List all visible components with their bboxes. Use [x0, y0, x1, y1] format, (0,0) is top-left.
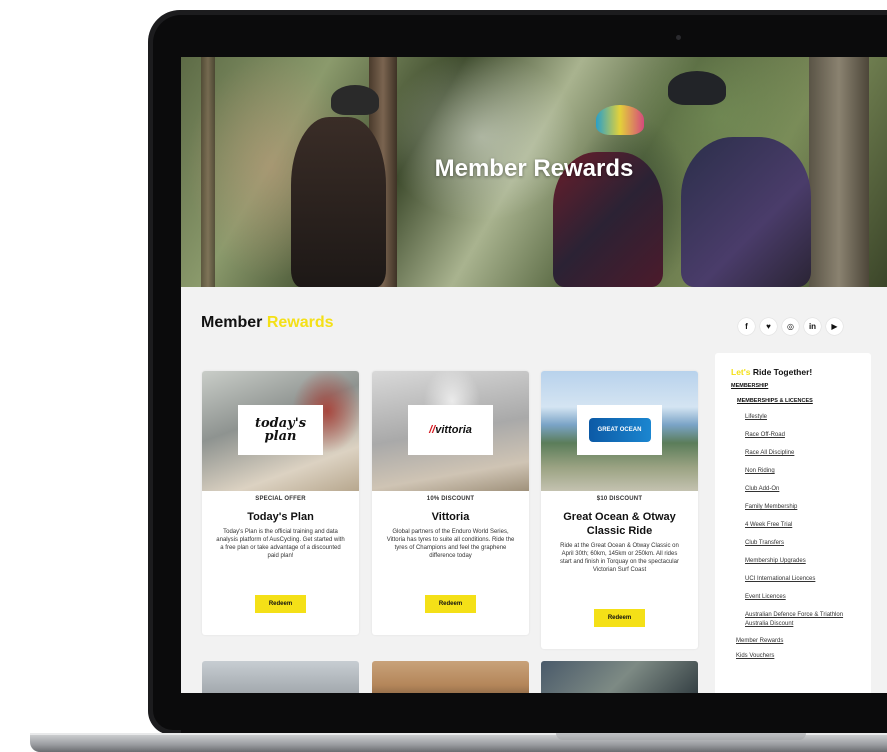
great-ocean-logo: GREAT OCEAN: [577, 405, 662, 455]
social-links: f ♥ ◎ in ▶: [738, 318, 843, 335]
sidebar-item-club-add-on[interactable]: Club Add-On: [745, 485, 861, 494]
reward-card: GREAT OCEAN $10 DISCOUNT Great Ocean & O…: [541, 371, 698, 649]
twitter-icon[interactable]: ♥: [760, 318, 777, 335]
page-title-main: Member: [201, 314, 263, 331]
rider-figure: [291, 117, 386, 287]
card-description: Today's Plan is the official training an…: [216, 529, 345, 559]
instagram-icon[interactable]: ◎: [782, 318, 799, 335]
sidebar-nav: Let's Ride Together! MEMBERSHIP MEMBERSH…: [715, 353, 871, 693]
page-title-accent: Rewards: [266, 314, 334, 331]
card-description: Global partners of the Enduro World Seri…: [386, 529, 515, 559]
todays-plan-logo: today's plan: [238, 405, 323, 455]
logo-text: GREAT OCEAN: [597, 427, 642, 433]
reward-card-image-partial: [372, 661, 529, 693]
card-badge: $10 DISCOUNT: [596, 496, 643, 502]
sidebar-item-non-riding[interactable]: Non Riding: [745, 467, 861, 476]
vittoria-logo: // vittoria: [408, 405, 493, 455]
logo-text: today's plan: [254, 416, 307, 444]
reward-card-image-partial: [541, 661, 698, 693]
helmet-figure: [668, 71, 726, 105]
card-description: Ride at the Great Ocean & Otway Classic …: [560, 543, 679, 573]
logo-text: vittoria: [435, 424, 472, 436]
sidebar-item-membership-upgrades[interactable]: Membership Upgrades: [745, 557, 861, 566]
reward-card: // vittoria 10% DISCOUNT Vittoria Global…: [372, 371, 529, 635]
reward-card: today's plan SPECIAL OFFER Today's Plan …: [202, 371, 359, 635]
laptop-base-notch: [556, 733, 806, 740]
redeem-button[interactable]: Redeem: [254, 595, 307, 613]
sidebar-item-event-licences[interactable]: Event Licences: [745, 593, 861, 602]
sidebar-item-adf-discount[interactable]: Australian Defence Force & Triathlon Aus…: [745, 611, 845, 629]
sidebar-item-memberships-licences[interactable]: MEMBERSHIPS & LICENCES: [737, 398, 861, 404]
sidebar-title: Let's Ride Together!: [731, 367, 861, 377]
sidebar-item-uci-licences[interactable]: UCI International Licences: [745, 575, 861, 584]
card-badge: SPECIAL OFFER: [255, 496, 306, 502]
sidebar-item-membership[interactable]: MEMBERSHIP: [731, 383, 861, 389]
reward-card-image-partial: [202, 661, 359, 693]
sidebar-item-kids-vouchers[interactable]: Kids Vouchers: [736, 653, 861, 659]
sidebar-title-main: Ride Together!: [752, 367, 813, 377]
linkedin-icon[interactable]: in: [804, 318, 821, 335]
camera-icon: [676, 35, 681, 40]
sidebar-item-club-transfers[interactable]: Club Transfers: [745, 539, 861, 548]
card-image: GREAT OCEAN: [541, 371, 698, 491]
sidebar-item-member-rewards[interactable]: Member Rewards: [736, 638, 861, 644]
hero-banner: Member Rewards: [181, 57, 887, 287]
card-title: Vittoria: [431, 511, 470, 523]
great-ocean-badge-icon: GREAT OCEAN: [588, 418, 651, 442]
youtube-icon[interactable]: ▶: [826, 318, 843, 335]
hero-title: Member Rewards: [434, 155, 634, 182]
sidebar-item-race-off-road[interactable]: Race Off-Road: [745, 431, 861, 440]
browser-screen: Member Rewards Member Rewards f ♥ ◎ in ▶…: [181, 57, 887, 693]
sidebar-title-accent: Let's: [731, 367, 751, 377]
card-image: // vittoria: [372, 371, 529, 491]
sidebar-item-free-trial[interactable]: 4 Week Free Trial: [745, 521, 861, 530]
helmet-figure: [596, 105, 644, 135]
redeem-button[interactable]: Redeem: [424, 595, 477, 613]
redeem-button[interactable]: Redeem: [593, 609, 646, 627]
card-title: Today's Plan: [247, 511, 314, 523]
card-badge: 10% DISCOUNT: [426, 496, 475, 502]
facebook-icon[interactable]: f: [738, 318, 755, 335]
sidebar-item-family-membership[interactable]: Family Membership: [745, 503, 861, 512]
helmet-figure: [331, 85, 379, 115]
page-title: Member Rewards: [201, 314, 334, 332]
laptop-chin: [181, 693, 887, 733]
card-title: Great Ocean & Otway Classic Ride: [563, 511, 676, 537]
sidebar-item-race-all-discipline[interactable]: Race All Discipline: [745, 449, 861, 458]
card-image: today's plan: [202, 371, 359, 491]
sidebar-item-lifestyle[interactable]: Lifestyle: [745, 413, 861, 422]
